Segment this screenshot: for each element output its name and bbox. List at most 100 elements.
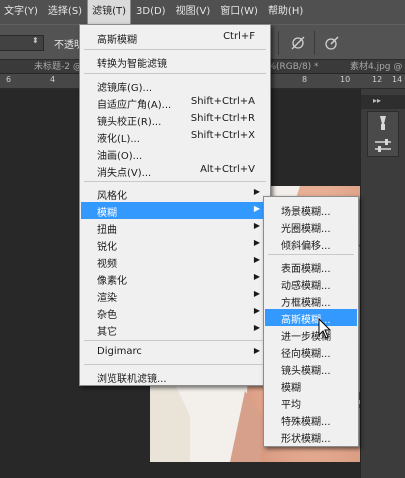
submenu-arrow-icon: ▶	[253, 306, 260, 315]
menu-item-label: 模糊	[97, 208, 117, 219]
menu-item-label: 转换为智能滤镜	[97, 59, 167, 70]
submenu-item-label: 平均	[281, 400, 301, 411]
menu-item-adaptive-wide-angle[interactable]: 自适应广角(A)... Shift+Ctrl+A	[81, 94, 269, 111]
submenu-item-shape-blur[interactable]: 形状模糊...	[265, 428, 357, 445]
ruler-tick-label: 12	[372, 75, 383, 84]
menu-item-label: 视频	[97, 259, 117, 270]
submenu-item-gaussian-blur[interactable]: 高斯模糊...	[265, 309, 357, 326]
submenu-item-label: 方框模糊...	[281, 298, 331, 309]
submenu-item-label: 模糊	[281, 383, 301, 394]
submenu-item-blur-more[interactable]: 进一步模糊	[265, 326, 357, 343]
submenu-item-label: 径向模糊...	[281, 349, 331, 360]
panel-brush-icon[interactable]	[368, 112, 398, 134]
menu-select[interactable]: 选择(S)	[44, 0, 86, 24]
menu-item-lens-correction[interactable]: 镜头校正(R)... Shift+Ctrl+R	[81, 111, 269, 128]
submenu-item-label: 镜头模糊...	[281, 366, 331, 377]
submenu-item-box-blur[interactable]: 方框模糊...	[265, 292, 357, 309]
menu-window[interactable]: 窗口(W)	[216, 0, 262, 24]
submenu-item-field-blur[interactable]: 场景模糊...	[265, 201, 357, 218]
menu-item-label: 高斯模糊	[97, 35, 137, 46]
menu-item-browse-online-filters[interactable]: 浏览联机滤镜...	[81, 368, 269, 385]
menu-item-pixelate[interactable]: 像素化 ▶	[81, 270, 269, 287]
menu-item-shortcut: Shift+Ctrl+X	[190, 130, 255, 141]
menu-item-convert-smart-filter[interactable]: 转换为智能滤镜	[81, 53, 269, 70]
menu-item-label: 消失点(V)...	[97, 168, 152, 179]
menu-item-filter-gallery[interactable]: 滤镜库(G)...	[81, 77, 269, 94]
menu-item-label: 其它	[97, 327, 117, 338]
menu-item-label: 渲染	[97, 293, 117, 304]
target-icon[interactable]	[288, 33, 308, 53]
submenu-item-iris-blur[interactable]: 光圈模糊...	[265, 218, 357, 235]
submenu-arrow-icon: ▶	[253, 255, 260, 264]
menu-item-sharpen[interactable]: 锐化 ▶	[81, 236, 269, 253]
panel-sliders-icon[interactable]	[368, 135, 398, 157]
panel-buttons	[367, 111, 399, 157]
menu-item-vanishing-point[interactable]: 消失点(V)... Alt+Ctrl+V	[81, 162, 269, 179]
menu-item-shortcut: Ctrl+F	[223, 31, 255, 42]
panel-collapse-bar[interactable]: ▸▸	[361, 95, 405, 109]
menu-item-distort[interactable]: 扭曲 ▶	[81, 219, 269, 236]
menu-item-stylize[interactable]: 风格化 ▶	[81, 185, 269, 202]
menu-filter[interactable]: 滤镜(T)	[87, 0, 131, 25]
submenu-item-label: 动感模糊...	[281, 281, 331, 292]
divider	[314, 31, 315, 55]
right-panel-strip: ▸▸	[360, 89, 405, 478]
menu-view[interactable]: 视图(V)	[172, 0, 215, 24]
submenu-arrow-icon: ▶	[253, 346, 260, 355]
menu-item-label: 锐化	[97, 242, 117, 253]
menu-item-render[interactable]: 渲染 ▶	[81, 287, 269, 304]
brush-icon[interactable]	[322, 33, 342, 53]
menu-separator	[84, 181, 266, 182]
menu-item-other[interactable]: 其它 ▶	[81, 321, 269, 338]
blur-submenu: 场景模糊... 光圈模糊... 倾斜偏移... 表面模糊... 动感模糊... …	[263, 196, 359, 447]
ruler-tick-label: 10	[340, 75, 351, 84]
menu-item-label: 滤镜库(G)...	[97, 83, 153, 94]
menu-item-shortcut: Shift+Ctrl+A	[190, 96, 255, 107]
menu-item-label: 自适应广角(A)...	[97, 100, 172, 111]
tab-material-4[interactable]: 素材4.jpg @	[350, 60, 402, 74]
submenu-arrow-icon: ▶	[253, 238, 260, 247]
menu-text[interactable]: 文字(Y)	[0, 0, 42, 24]
submenu-arrow-icon: ▶	[253, 323, 260, 332]
submenu-item-tilt-shift[interactable]: 倾斜偏移...	[265, 235, 357, 252]
ruler-tick-label: 4	[50, 75, 56, 84]
submenu-item-motion-blur[interactable]: 动感模糊...	[265, 275, 357, 292]
filter-menu: 高斯模糊 Ctrl+F 转换为智能滤镜 滤镜库(G)... 自适应广角(A)..…	[79, 24, 271, 386]
submenu-item-surface-blur[interactable]: 表面模糊...	[265, 258, 357, 275]
menu-item-noise[interactable]: 杂色 ▶	[81, 304, 269, 321]
submenu-item-radial-blur[interactable]: 径向模糊...	[265, 343, 357, 360]
menu-item-oil-paint[interactable]: 油画(O)...	[81, 145, 269, 162]
ruler-tick-label: 8	[302, 75, 308, 84]
menu-separator	[84, 364, 266, 365]
submenu-item-label: 表面模糊...	[281, 264, 331, 275]
menu-item-label: 像素化	[97, 276, 127, 287]
submenu-item-blur[interactable]: 模糊	[265, 377, 357, 394]
menu-item-digimarc[interactable]: Digimarc ▶	[81, 344, 269, 361]
tab-untitled-2[interactable]: 未标题-2 @	[34, 60, 82, 74]
menu-separator	[84, 49, 266, 50]
chevron-double-icon: ▸▸	[373, 96, 382, 105]
menu-help[interactable]: 帮助(H)	[264, 0, 307, 24]
menu-separator	[84, 340, 266, 341]
ruler-tick-label: 6	[6, 75, 12, 84]
menu-item-label: 杂色	[97, 310, 117, 321]
menu-item-label: 液化(L)...	[97, 134, 140, 145]
menu-bar: 文字(Y) 选择(S) 滤镜(T) 3D(D) 视图(V) 窗口(W) 帮助(H…	[0, 0, 405, 25]
submenu-item-lens-blur[interactable]: 镜头模糊...	[265, 360, 357, 377]
menu-item-blur[interactable]: 模糊 ▶	[81, 202, 269, 219]
menu-item-video[interactable]: 视频 ▶	[81, 253, 269, 270]
divider	[278, 31, 279, 55]
menu-item-label: Digimarc	[97, 346, 142, 357]
menu-separator	[84, 73, 266, 74]
submenu-item-smart-blur[interactable]: 特殊模糊...	[265, 411, 357, 428]
submenu-item-label: 光圈模糊...	[281, 224, 331, 235]
menu-3d[interactable]: 3D(D)	[132, 0, 170, 24]
submenu-arrow-icon: ▶	[253, 204, 260, 213]
submenu-item-average[interactable]: 平均	[265, 394, 357, 411]
ruler-tick-label: 14	[392, 75, 403, 84]
menu-item-shortcut: Alt+Ctrl+V	[200, 164, 255, 175]
menu-item-liquify[interactable]: 液化(L)... Shift+Ctrl+X	[81, 128, 269, 145]
menu-item-shortcut: Shift+Ctrl+R	[190, 113, 255, 124]
submenu-arrow-icon: ▶	[253, 221, 260, 230]
menu-item-last-filter[interactable]: 高斯模糊 Ctrl+F	[81, 29, 269, 46]
